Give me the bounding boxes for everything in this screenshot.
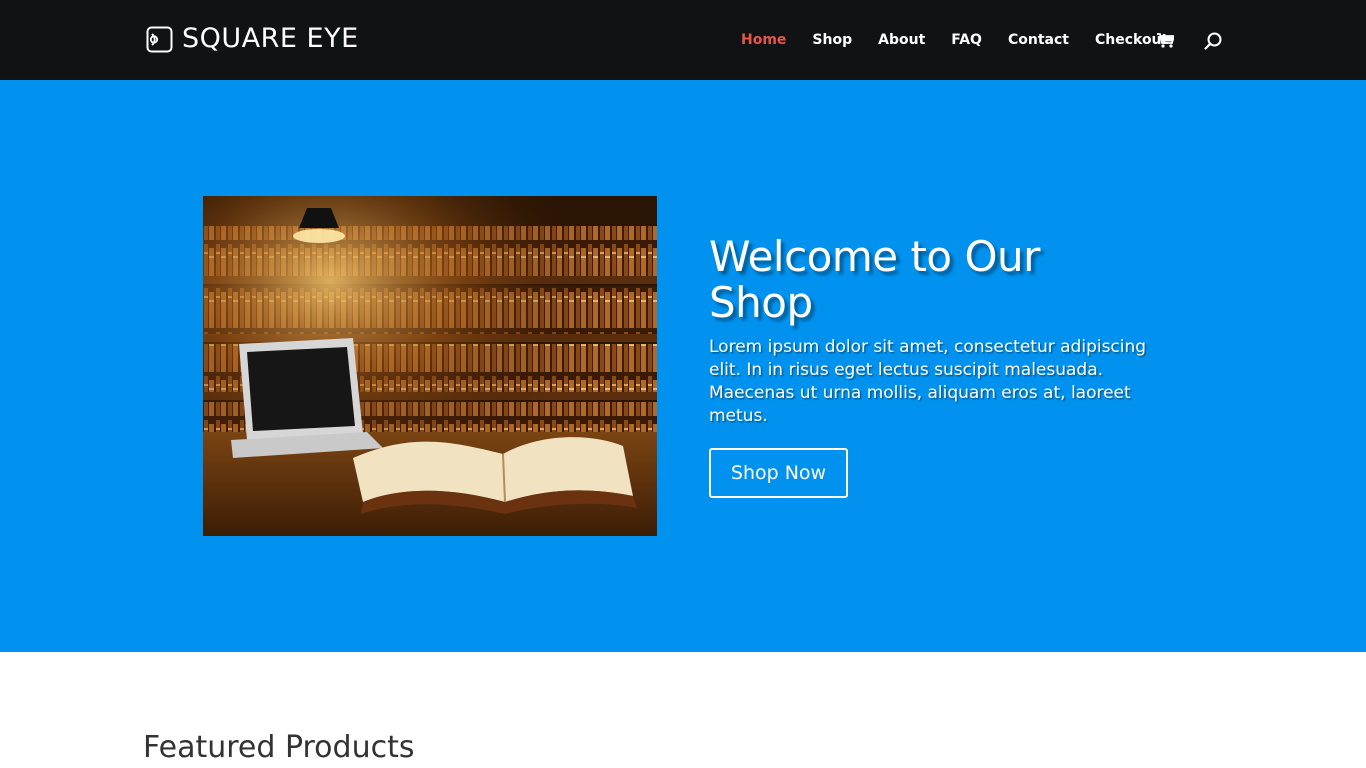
hero-library-image	[203, 196, 657, 536]
site-header: SQUARE EYE Home Shop About FAQ Contact C…	[0, 0, 1366, 80]
logo-eye-icon	[146, 26, 173, 52]
featured-products-heading: Featured Products	[143, 730, 415, 765]
search-icon[interactable]	[1204, 32, 1222, 50]
site-logo[interactable]: SQUARE EYE	[146, 23, 359, 55]
nav-item-faq[interactable]: FAQ	[951, 31, 982, 49]
hero-section: Welcome to Our Shop Lorem ipsum dolor si…	[0, 80, 1366, 652]
nav-item-home[interactable]: Home	[741, 31, 786, 49]
nav-item-contact[interactable]: Contact	[1008, 31, 1069, 49]
shopping-cart-icon[interactable]	[1157, 33, 1174, 48]
nav-item-shop[interactable]: Shop	[812, 31, 852, 49]
logo-text: SQUARE EYE	[182, 23, 359, 54]
shop-now-button[interactable]: Shop Now	[709, 448, 848, 498]
nav-item-about[interactable]: About	[878, 31, 925, 49]
hero-description: Lorem ipsum dolor sit amet, consectetur …	[709, 337, 1147, 426]
main-nav: Home Shop About FAQ Contact Checkout	[741, 31, 1194, 49]
hero-title: Welcome to Our Shop	[709, 232, 1040, 327]
